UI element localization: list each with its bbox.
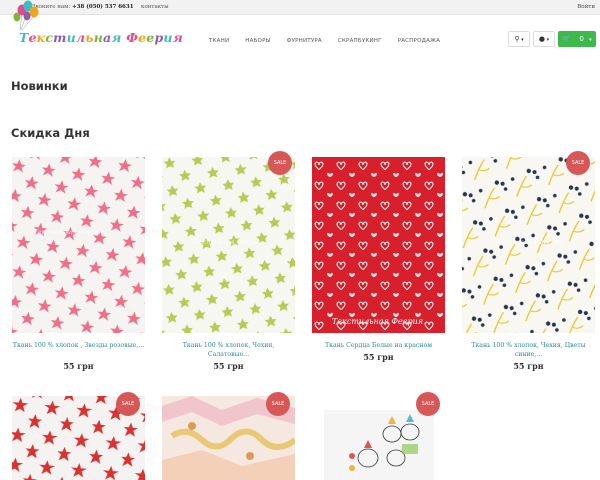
main-nav: ТКАНИ НАБОРЫ ФУРНИТУРА СКРАПБУКИНГ РАСПР… xyxy=(209,38,456,44)
sale-badge: SALE xyxy=(266,392,290,416)
product-name[interactable]: Ткань 100 % хлопок , Звезды розовые,... xyxy=(12,341,145,350)
product-name[interactable]: Ткань 100 % хлопок, Чехия, Цветы синие,.… xyxy=(462,341,595,359)
watermark: Текстильная Феерия xyxy=(192,239,261,246)
nav-item-scrapbooking[interactable]: СКРАПБУКИНГ xyxy=(338,38,382,44)
search-button[interactable]: ⚲ ▾ xyxy=(508,31,530,47)
nav-item-sets[interactable]: НАБОРЫ xyxy=(245,38,270,44)
account-button[interactable]: ● ▾ xyxy=(533,31,555,47)
shopping-cart-icon: 🛒 xyxy=(562,35,572,43)
login-link[interactable]: Войти xyxy=(577,0,595,15)
chevron-down-icon: ▾ xyxy=(519,37,524,43)
sale-badge: SALE xyxy=(116,392,140,416)
product-price: 55 грн xyxy=(63,361,94,371)
product-image[interactable]: Текстильная Феерия xyxy=(162,157,295,333)
product-name[interactable]: Ткань 100 % хлопок, Чехия, Салатовые... xyxy=(162,341,295,359)
chevron-down-icon: ▾ xyxy=(589,37,592,43)
nav-item-fabrics[interactable]: ТКАНИ xyxy=(209,38,229,44)
watermark: Текстильная Феерия xyxy=(494,239,563,246)
section-title-sale: Скидка Дня xyxy=(11,126,90,140)
sale-badge: SALE xyxy=(416,392,440,416)
section-title-new: Новинки xyxy=(11,79,68,93)
chevron-down-icon: ▾ xyxy=(545,37,550,43)
product-name[interactable]: Ткань Сердца Белые на красном xyxy=(312,341,445,350)
sale-badge: SALE xyxy=(566,151,590,175)
product-image[interactable]: Текстильная Феерия xyxy=(462,157,595,333)
site-logo[interactable]: Текстильная Феерия xyxy=(8,0,183,56)
balloons-icon xyxy=(13,0,39,31)
nav-item-accessories[interactable]: ФУРНИТУРА xyxy=(287,38,322,44)
product-image[interactable]: Текстильная Феерия xyxy=(12,157,145,333)
nav-item-sale[interactable]: РАСПРОДАЖА xyxy=(398,38,440,44)
logo-text: Текстильная Феерия xyxy=(19,30,183,45)
sale-badge: SALE xyxy=(268,151,292,175)
cart-button[interactable]: 🛒 0 ▾ xyxy=(558,31,596,47)
product-price: 55 грн xyxy=(363,352,394,362)
watermark: Текстильная Феерия xyxy=(34,229,103,236)
product-image[interactable]: Текстильная Феерия xyxy=(312,157,445,333)
product-price: 55 грн xyxy=(213,361,244,371)
product-price: 55 грн xyxy=(513,361,544,371)
cart-count: 0 xyxy=(579,35,584,43)
watermark: Текстильная Феерия xyxy=(332,317,424,326)
